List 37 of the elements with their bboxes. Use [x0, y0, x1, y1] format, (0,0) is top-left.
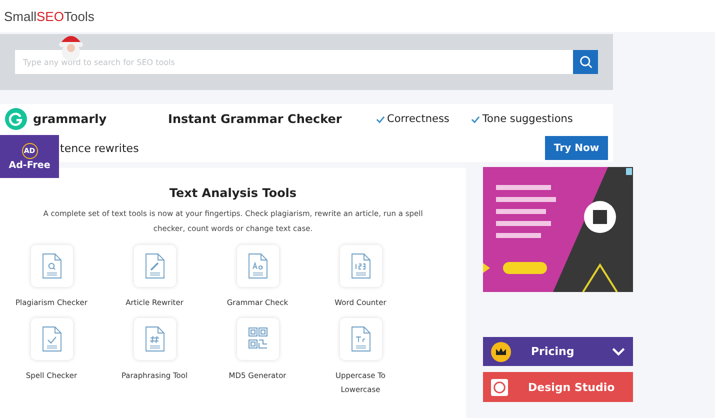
pricing-menu[interactable]: Pricing: [483, 337, 633, 366]
tool-tile[interactable]: [30, 318, 72, 360]
design-studio-menu[interactable]: Design Studio: [483, 372, 633, 402]
logo[interactable]: SmallSEOTools: [4, 8, 94, 24]
tool-tile[interactable]: [236, 245, 278, 287]
magnifier-document-icon: [42, 253, 62, 279]
design-logo-icon: [491, 378, 508, 396]
tool-tile[interactable]: [340, 318, 382, 360]
search-field[interactable]: Type any word to search for SEO tools: [15, 50, 573, 74]
tool-tile[interactable]: [30, 245, 72, 287]
chevron-icon: [612, 347, 625, 356]
try-now-button[interactable]: Try Now: [545, 136, 608, 160]
checkmark-document-icon: [42, 326, 62, 352]
letters-document-icon: [248, 253, 268, 279]
text-case-document-icon: [350, 326, 370, 352]
tool-tile[interactable]: [134, 245, 176, 287]
search-icon: [578, 55, 592, 69]
g-logo-icon: [5, 108, 27, 130]
ad-free-label: Ad-Free: [8, 160, 50, 170]
hash-document-icon: [144, 326, 164, 352]
checkmark-icon: [376, 114, 385, 124]
design-studio-label: Design Studio: [527, 380, 616, 394]
tool-tile[interactable]: [134, 318, 176, 360]
promo-headline: Instant Grammar Checker: [168, 112, 343, 126]
tool-tile[interactable]: [236, 318, 278, 360]
brand-name: grammarly: [33, 112, 107, 126]
section-title: Text Analysis Tools: [169, 186, 297, 200]
feature-label: Tone suggestions: [482, 113, 573, 125]
pricing-label: Pricing: [530, 345, 576, 358]
checkmark-icon: [471, 114, 480, 124]
numbers-document-icon: [350, 253, 370, 279]
pencil-document-icon: [144, 253, 164, 279]
search-button[interactable]: [573, 50, 598, 74]
feature-label: Correctness: [387, 113, 450, 125]
crown-icon: [491, 342, 511, 362]
feature-label: tence rewrites: [60, 142, 139, 154]
tool-tile[interactable]: [340, 245, 382, 287]
